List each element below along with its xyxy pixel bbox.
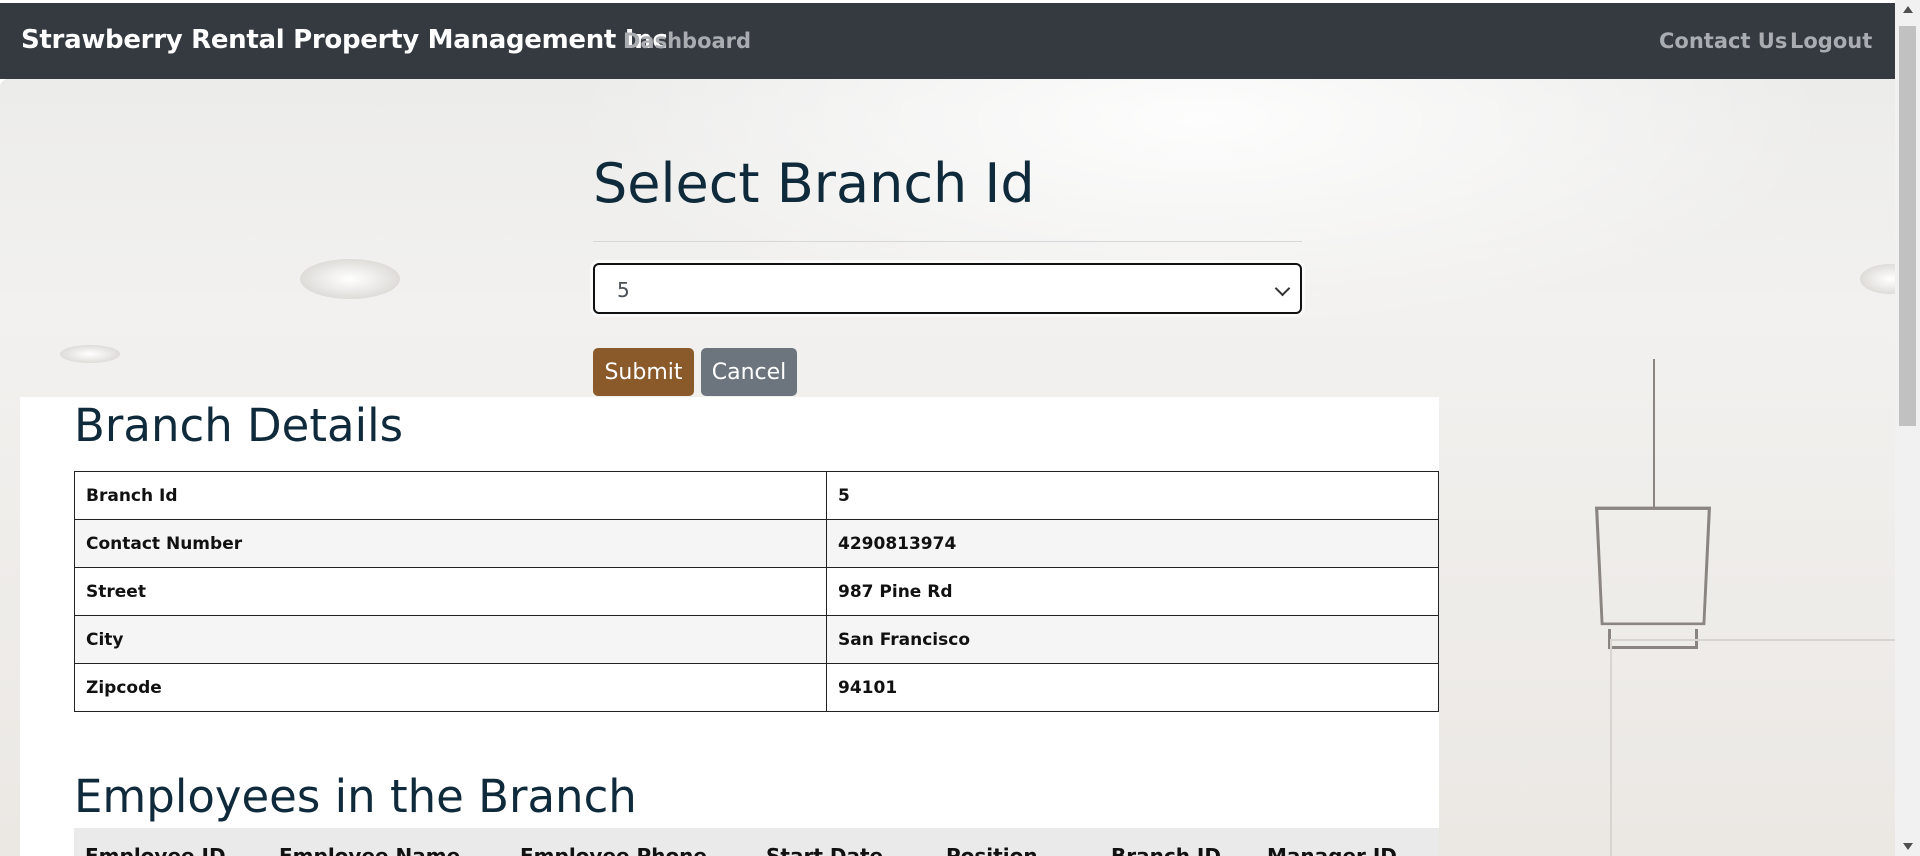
table-row: Branch Id 5 bbox=[74, 471, 1439, 520]
detail-value: 94101 bbox=[826, 663, 1439, 712]
nav-logout-link[interactable]: Logout bbox=[1790, 29, 1872, 53]
column-header: Position bbox=[946, 844, 1038, 856]
column-header: Employee Phone bbox=[520, 844, 707, 856]
detail-value: San Francisco bbox=[826, 615, 1439, 664]
table-row: City San Francisco bbox=[74, 615, 1439, 664]
column-header: Start Date bbox=[766, 844, 884, 856]
brand-link[interactable]: Strawberry Rental Property Management In… bbox=[21, 25, 668, 55]
detail-label: Zipcode bbox=[74, 663, 827, 712]
branch-id-selected-value: 5 bbox=[617, 278, 630, 302]
column-header: Manager ID bbox=[1267, 844, 1397, 856]
detail-label: Branch Id bbox=[74, 471, 827, 520]
page-scrollbar[interactable] bbox=[1895, 0, 1920, 856]
detail-value: 4290813974 bbox=[826, 519, 1439, 568]
employees-title: Employees in the Branch bbox=[74, 770, 637, 823]
ceiling-light-decoration bbox=[60, 345, 120, 363]
column-header: Employee ID bbox=[85, 844, 226, 856]
employees-table-header: Employee ID Employee Name Employee Phone… bbox=[74, 828, 1439, 856]
wall-panel-decoration bbox=[1610, 639, 1895, 856]
branch-details-table: Branch Id 5 Contact Number 4290813974 St… bbox=[74, 471, 1439, 712]
scroll-up-icon[interactable] bbox=[1903, 6, 1913, 13]
nav-dashboard-link[interactable]: Dashboard bbox=[623, 29, 751, 53]
title-divider bbox=[593, 241, 1302, 242]
table-row: Contact Number 4290813974 bbox=[74, 519, 1439, 568]
detail-value: 987 Pine Rd bbox=[826, 567, 1439, 616]
ceiling-light-decoration bbox=[300, 259, 400, 299]
scroll-down-icon[interactable] bbox=[1903, 843, 1913, 850]
submit-button[interactable]: Submit bbox=[593, 348, 694, 396]
branch-details-title: Branch Details bbox=[74, 399, 404, 452]
table-row: Zipcode 94101 bbox=[74, 663, 1439, 712]
chevron-down-icon bbox=[1274, 280, 1291, 297]
detail-label: Street bbox=[74, 567, 827, 616]
nav-contact-link[interactable]: Contact Us bbox=[1659, 29, 1787, 53]
detail-value: 5 bbox=[826, 471, 1439, 520]
branch-id-select[interactable]: 5 bbox=[593, 263, 1302, 314]
navbar: Strawberry Rental Property Management In… bbox=[0, 3, 1895, 79]
detail-label: City bbox=[74, 615, 827, 664]
column-header: Branch ID bbox=[1111, 844, 1221, 856]
page-title: Select Branch Id bbox=[593, 152, 1035, 215]
ceiling-light-decoration bbox=[1860, 264, 1895, 294]
detail-label: Contact Number bbox=[74, 519, 827, 568]
column-header: Employee Name bbox=[279, 844, 461, 856]
scrollbar-thumb[interactable] bbox=[1899, 26, 1916, 426]
cancel-button[interactable]: Cancel bbox=[701, 348, 797, 396]
table-row: Street 987 Pine Rd bbox=[74, 567, 1439, 616]
